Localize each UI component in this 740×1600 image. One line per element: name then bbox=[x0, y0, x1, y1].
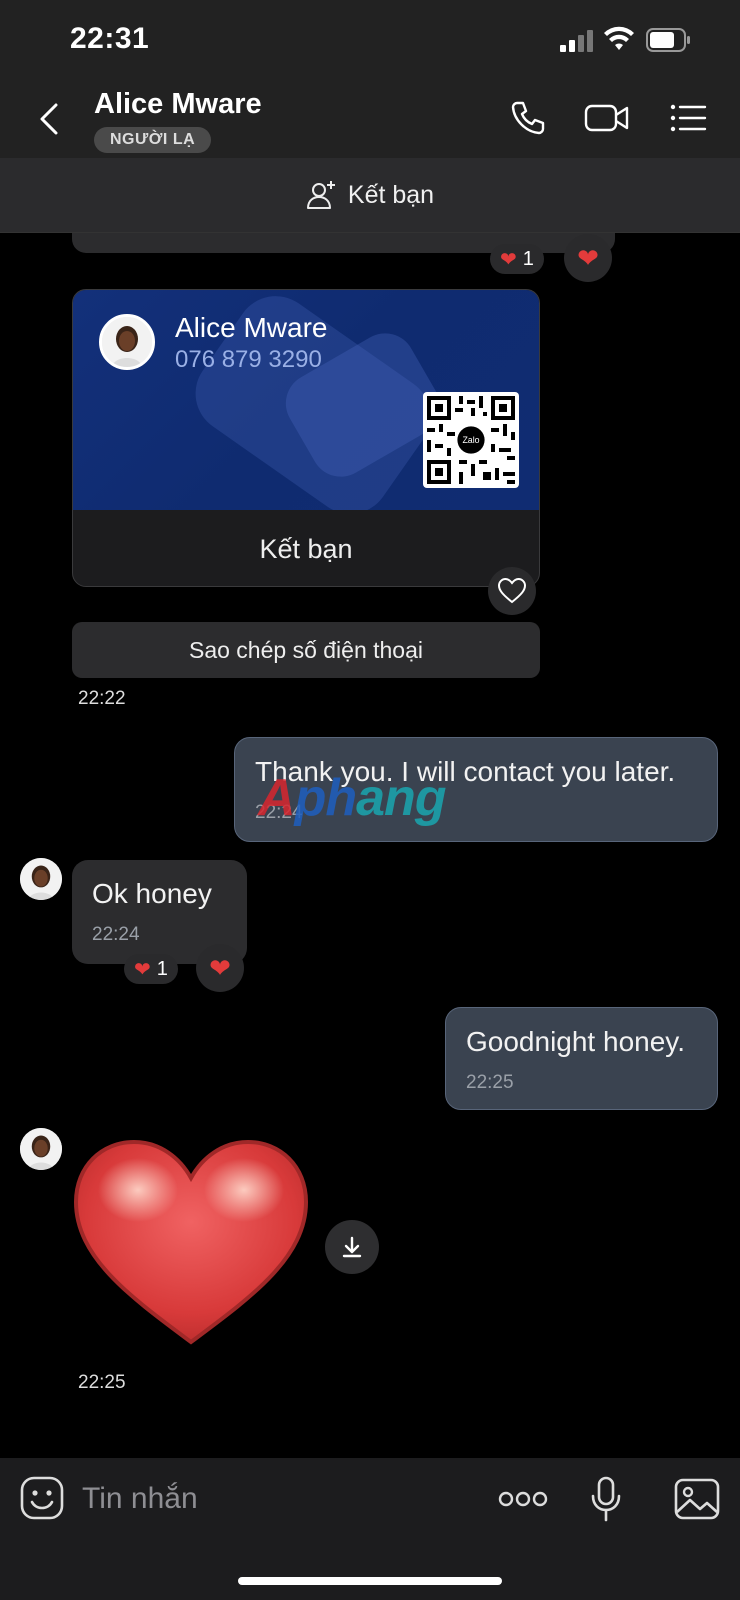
card-contact-name: Alice Mware bbox=[175, 312, 328, 343]
add-friend-icon bbox=[306, 181, 335, 209]
avatar bbox=[99, 314, 155, 370]
heart-outline-icon bbox=[498, 578, 526, 604]
react-button[interactable]: ❤ bbox=[564, 234, 612, 282]
reaction-count: 1 bbox=[522, 247, 534, 270]
mic-icon[interactable] bbox=[590, 1476, 622, 1522]
contact-card[interactable]: Alice Mware 076 879 3290 Zalo Kết bạn bbox=[72, 289, 540, 587]
sender-avatar[interactable] bbox=[20, 1128, 62, 1170]
heart-icon: ❤ bbox=[134, 958, 151, 981]
heart-sticker[interactable] bbox=[72, 1138, 310, 1348]
sticker-icon[interactable] bbox=[20, 1476, 64, 1520]
watermark-part: ang bbox=[356, 769, 446, 827]
message-text: Goodnight honey. bbox=[466, 1026, 685, 1057]
stranger-badge: NGƯỜI LẠ bbox=[94, 127, 212, 153]
card-add-friend-button[interactable]: Kết bạn bbox=[73, 510, 539, 586]
message-input[interactable]: Tin nhắn bbox=[82, 1482, 198, 1516]
more-icon[interactable] bbox=[498, 1490, 548, 1508]
copy-phone-button[interactable]: Sao chép số điện thoại bbox=[72, 622, 540, 678]
wifi-icon bbox=[604, 26, 634, 50]
message-time: 22:22 bbox=[78, 688, 126, 709]
chat-header: Alice Mware NGƯỜI LẠ bbox=[0, 80, 740, 158]
video-icon[interactable] bbox=[584, 98, 630, 138]
card-phone-number: 076 879 3290 bbox=[175, 346, 322, 373]
message-time: 22:24 bbox=[92, 924, 140, 945]
message-time: 22:25 bbox=[78, 1372, 126, 1393]
reaction-summary[interactable]: ❤ 1 bbox=[124, 954, 178, 984]
reaction-summary[interactable]: ❤ 1 bbox=[490, 244, 544, 274]
watermark-part: ph bbox=[294, 769, 358, 827]
home-indicator[interactable] bbox=[238, 1577, 502, 1585]
like-button[interactable] bbox=[488, 567, 536, 615]
status-time: 22:31 bbox=[70, 22, 150, 55]
heart-icon: ❤ bbox=[577, 242, 599, 273]
watermark-logo: Aphang bbox=[258, 768, 447, 828]
signal-icon bbox=[560, 30, 593, 52]
qr-code[interactable]: Zalo bbox=[423, 392, 519, 488]
react-button[interactable]: ❤ bbox=[196, 944, 244, 992]
message-text: Ok honey bbox=[92, 878, 212, 909]
battery-icon bbox=[646, 28, 690, 52]
watermark-part: A bbox=[258, 769, 296, 827]
download-button[interactable] bbox=[325, 1220, 379, 1274]
back-icon[interactable] bbox=[34, 102, 66, 136]
heart-icon: ❤ bbox=[500, 248, 517, 271]
phone-icon[interactable] bbox=[508, 98, 548, 138]
download-icon bbox=[342, 1236, 362, 1258]
add-friend-label: Kết bạn bbox=[347, 180, 435, 209]
qr-logo: Zalo bbox=[462, 435, 479, 445]
status-bar: 22:31 bbox=[0, 0, 740, 80]
heart-icon: ❤ bbox=[209, 952, 231, 983]
contact-name[interactable]: Alice Mware bbox=[94, 88, 262, 121]
contact-card-header: Alice Mware 076 879 3290 Zalo bbox=[73, 290, 539, 510]
image-icon[interactable] bbox=[674, 1478, 720, 1520]
menu-icon[interactable] bbox=[668, 98, 708, 138]
sender-avatar[interactable] bbox=[20, 858, 62, 900]
add-friend-bar[interactable]: Kết bạn bbox=[0, 158, 740, 233]
outgoing-message-bubble[interactable]: Goodnight honey. 22:25 bbox=[445, 1007, 718, 1110]
reaction-count: 1 bbox=[156, 957, 168, 980]
message-time: 22:25 bbox=[466, 1072, 514, 1093]
